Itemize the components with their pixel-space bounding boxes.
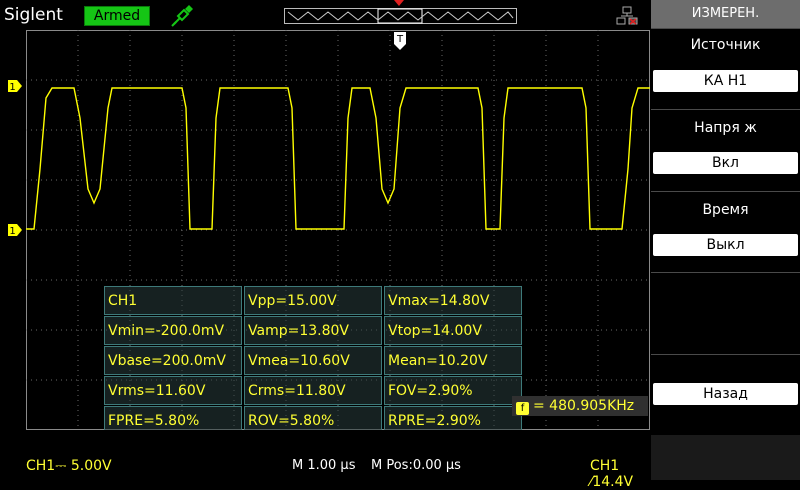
- network-status-icon: [616, 6, 638, 25]
- frequency-value: = 480.905KHz: [533, 398, 635, 414]
- menu-item-voltage[interactable]: Напря ж Вкл: [651, 109, 800, 191]
- trigger-time-marker[interactable]: T: [394, 32, 406, 50]
- trigger-position-marker: [394, 0, 404, 6]
- ch1-waveform: [26, 87, 650, 230]
- ch1-ground-marker[interactable]: 1: [8, 224, 22, 236]
- meas-cell: Vrms=11.60V: [104, 376, 242, 405]
- meas-cell: Vmin=-200.0mV: [104, 316, 242, 345]
- meas-cell: Vbase=200.0mV: [104, 346, 242, 375]
- measure-menu: ИЗМЕРЕН. Источник КА Н1 Напря ж Вкл Врем…: [651, 0, 800, 480]
- meas-cell: Crms=11.80V: [244, 376, 382, 405]
- meas-cell: CH1: [104, 286, 242, 315]
- trigger-readout[interactable]: CH1 ⁄14.4V: [590, 458, 651, 490]
- waveform-display[interactable]: T CH1 Vpp=15.00V Vmax=14.80V Vmin=-200.0…: [26, 30, 650, 435]
- svg-text:1: 1: [9, 82, 15, 92]
- time-label: Время: [702, 202, 749, 218]
- meas-cell: Mean=10.20V: [384, 346, 522, 375]
- svg-text:1: 1: [9, 226, 15, 236]
- brand-label: Siglent: [4, 5, 63, 25]
- frequency-icon: f: [516, 402, 529, 415]
- horizontal-position-readout[interactable]: M Pos:0.00 µs: [371, 458, 461, 473]
- source-label: Источник: [690, 37, 761, 53]
- top-bar: Siglent Armed: [0, 0, 650, 30]
- meas-cell: Vtop=14.00V: [384, 316, 522, 345]
- status-bar: CH1⎓ 5.00V M 1.00 µs M Pos:0.00 µs CH1 ⁄…: [0, 430, 651, 490]
- frequency-readout: f = 480.905KHz: [512, 396, 648, 416]
- menu-item-source[interactable]: Источник КА Н1: [651, 28, 800, 109]
- source-value: КА Н1: [653, 70, 798, 92]
- voltage-value: Вкл: [653, 152, 798, 174]
- meas-cell: Vmea=10.60V: [244, 346, 382, 375]
- ch1-trigger-level-marker[interactable]: 1: [8, 80, 22, 92]
- menu-item-time[interactable]: Время Выкл: [651, 191, 800, 272]
- probe-icon: [171, 5, 193, 27]
- meas-cell: Vmax=14.80V: [384, 286, 522, 315]
- menu-item-empty: [651, 272, 800, 354]
- meas-cell: Vamp=13.80V: [244, 316, 382, 345]
- menu-title: ИЗМЕРЕН.: [651, 0, 800, 28]
- menu-item-back[interactable]: Назад: [651, 354, 800, 435]
- acquisition-status-badge: Armed: [84, 6, 150, 26]
- svg-text:T: T: [396, 34, 404, 45]
- timebase-readout[interactable]: M 1.00 µs: [292, 458, 355, 473]
- back-button[interactable]: Назад: [653, 383, 798, 405]
- time-value: Выкл: [653, 234, 798, 256]
- memory-depth-indicator: [284, 8, 517, 24]
- voltage-label: Напря ж: [694, 120, 757, 136]
- meas-cell: Vpp=15.00V: [244, 286, 382, 315]
- meas-cell: FOV=2.90%: [384, 376, 522, 405]
- ch1-volts-per-div[interactable]: CH1⎓ 5.00V: [26, 458, 112, 474]
